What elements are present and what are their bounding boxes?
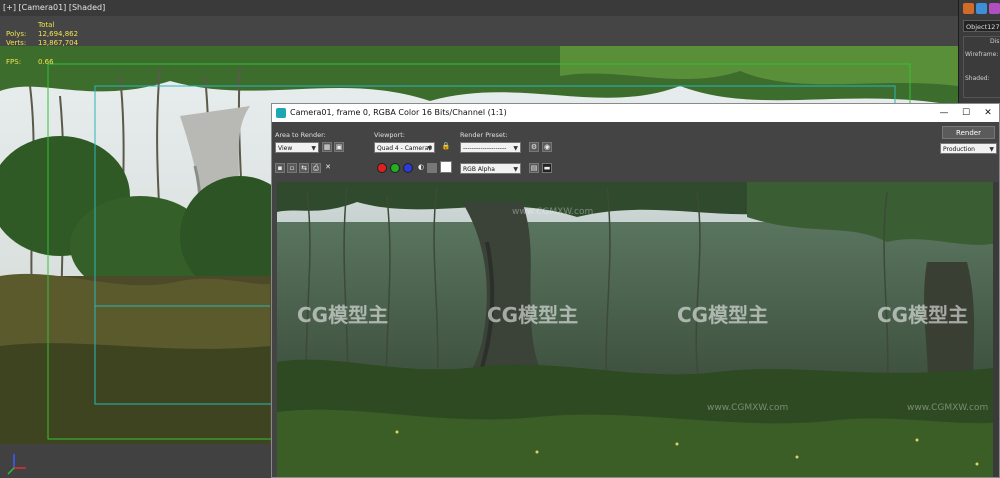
vertical-scrollbar[interactable] xyxy=(993,182,999,477)
minimize-button[interactable]: — xyxy=(933,104,955,122)
wireframe-label: Wireframe: xyxy=(965,51,999,58)
fps-value: 0.66 xyxy=(38,58,54,66)
render-window-toolbar: Area to Render: View ▼ ▦ ▣ Viewport: Quad… xyxy=(272,122,999,180)
production-value: Production xyxy=(943,146,975,153)
chevron-down-icon: ▼ xyxy=(989,146,994,153)
channel-value: RGB Alpha xyxy=(463,166,495,173)
color-swatch[interactable] xyxy=(440,161,452,173)
toggle-ui-icon[interactable]: ▬ xyxy=(542,163,552,173)
viewport-dropdown[interactable]: Quad 4 - Camera0 ▼ xyxy=(374,142,435,153)
watermark-2: CG模型主 xyxy=(487,303,578,327)
clone-window-icon[interactable]: ⇆ xyxy=(299,163,309,173)
stats-total-label: Total xyxy=(38,21,55,29)
green-channel-toggle[interactable] xyxy=(390,163,400,173)
red-channel-toggle[interactable] xyxy=(377,163,387,173)
viewport-statistics: Total Polys: 12,694,862 Verts: 13,867,704 … xyxy=(6,21,78,67)
watermark-3: CG模型主 xyxy=(677,303,768,327)
close-button[interactable]: ✕ xyxy=(977,104,999,122)
polys-label: Polys: xyxy=(6,30,27,38)
verts-value: 13,867,704 xyxy=(38,39,79,47)
area-to-render-dropdown[interactable]: View ▼ xyxy=(275,142,319,153)
axis-gizmo-icon xyxy=(7,454,26,475)
production-dropdown[interactable]: Production ▼ xyxy=(940,143,997,154)
rendered-image: CG模型主 CG模型主 CG模型主 CG模型主 www.CGMXW.com ww… xyxy=(277,182,999,477)
render-window-titlebar[interactable]: Camera01, frame 0, RGBA Color 16 Bits/Ch… xyxy=(272,104,999,122)
render-preset-value: -------------------- xyxy=(463,145,507,152)
watermark-4: CG模型主 xyxy=(877,303,968,327)
rollout-title: Dis xyxy=(990,38,1000,45)
channel-display-dropdown[interactable]: RGB Alpha ▼ xyxy=(460,163,521,174)
create-tab-icon[interactable] xyxy=(963,3,974,14)
area-to-render-label: Area to Render: xyxy=(275,131,326,139)
alpha-channel-icon[interactable]: ◐ xyxy=(416,163,426,173)
chevron-down-icon: ▼ xyxy=(427,145,432,152)
auto-region-icon[interactable]: ▣ xyxy=(334,142,344,152)
copy-image-icon[interactable]: ▫ xyxy=(287,163,297,173)
rendered-frame-window[interactable]: Camera01, frame 0, RGBA Color 16 Bits/Ch… xyxy=(271,103,1000,478)
viewport-label: Viewport: xyxy=(374,131,405,139)
modify-tab-icon[interactable] xyxy=(976,3,987,14)
chevron-down-icon: ▼ xyxy=(311,145,316,152)
save-image-icon[interactable]: ▪ xyxy=(275,163,285,173)
environment-icon[interactable]: ◉ xyxy=(542,142,552,152)
watermark-1: CG模型主 xyxy=(297,303,388,327)
watermark-url-1: www.CGMXW.com xyxy=(512,207,593,217)
maximize-button[interactable]: ☐ xyxy=(955,104,977,122)
verts-label: Verts: xyxy=(6,39,27,47)
object-name-field[interactable]: Object127 xyxy=(963,20,1000,32)
fps-label: FPS: xyxy=(6,58,22,66)
print-icon[interactable]: ⎙ xyxy=(311,163,321,173)
blue-channel-toggle[interactable] xyxy=(403,163,413,173)
render-setup-icon[interactable]: ⚙ xyxy=(529,142,539,152)
toggle-ui-overlay-icon[interactable]: ▤ xyxy=(529,163,539,173)
chevron-down-icon: ▼ xyxy=(513,166,518,173)
watermark-url-2: www.CGMXW.com xyxy=(707,403,788,413)
shaded-label: Shaded: xyxy=(965,75,990,82)
clear-icon[interactable]: ✕ xyxy=(323,163,333,173)
render-button[interactable]: Render xyxy=(942,126,995,139)
monochrome-icon[interactable] xyxy=(427,163,437,173)
hierarchy-tab-icon[interactable] xyxy=(989,3,1000,14)
edit-region-icon[interactable]: ▦ xyxy=(322,142,332,152)
render-preset-label: Render Preset: xyxy=(460,131,508,139)
render-preset-dropdown[interactable]: -------------------- ▼ xyxy=(460,142,521,153)
app-icon xyxy=(276,108,286,118)
display-rollout[interactable]: Dis Wireframe: Shaded: xyxy=(963,36,1000,98)
polys-value: 12,694,862 xyxy=(38,30,79,38)
render-window-title: Camera01, frame 0, RGBA Color 16 Bits/Ch… xyxy=(290,108,507,117)
watermark-url-3: www.CGMXW.com xyxy=(907,403,988,413)
area-to-render-value: View xyxy=(278,145,293,152)
viewport-label[interactable]: [+] [Camera01] [Shaded] xyxy=(0,0,958,16)
lock-icon[interactable]: 🔒 xyxy=(441,142,451,152)
viewport-value: Quad 4 - Camera0 xyxy=(377,145,433,152)
chevron-down-icon: ▼ xyxy=(513,145,518,152)
